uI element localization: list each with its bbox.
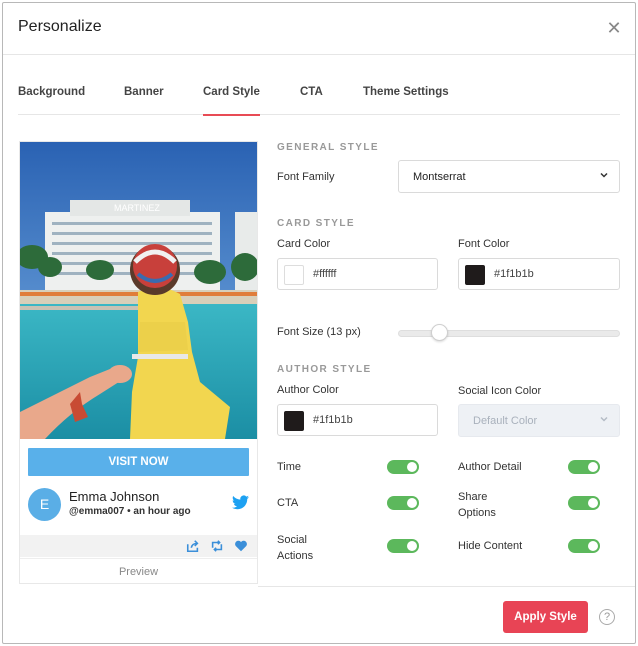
author-color-swatch[interactable] [284,411,304,431]
twitter-icon[interactable] [232,495,249,510]
font-color-label: Font Color [458,238,510,250]
hide-content-label: Hide Content [458,540,523,552]
author-color-input[interactable]: #1f1b1b [277,404,438,436]
tab-cta[interactable]: CTA [300,86,323,98]
social-actions-toggle[interactable] [387,539,419,553]
font-size-label: Font Size (13 px) [277,326,361,338]
card-color-label: Card Color [277,238,331,250]
time-toggle[interactable] [387,460,419,474]
tab-card-style[interactable]: Card Style [203,86,260,116]
share-icon[interactable] [186,539,200,553]
font-family-value: Montserrat [413,171,466,183]
apply-style-button[interactable]: Apply Style [503,601,588,633]
tab-theme-settings[interactable]: Theme Settings [363,86,449,98]
share-options-toggle[interactable] [568,496,600,510]
share-options-label: Share Options [458,491,496,519]
card-color-value: #ffffff [313,268,337,280]
tab-banner[interactable]: Banner [124,86,164,98]
author-detail-toggle[interactable] [568,460,600,474]
cta-toggle[interactable] [387,496,419,510]
heart-icon[interactable] [234,539,248,553]
social-icon-color-select: Default Color [458,404,620,437]
preview-label: Preview [20,558,257,584]
font-family-label: Font Family [277,171,335,183]
modal-header: Personalize ✕ [3,3,635,55]
author-name: Emma Johnson [69,489,160,504]
general-style-heading: GENERAL STYLE [277,142,379,153]
author-style-heading: AUTHOR STYLE [277,364,372,375]
chevron-down-icon [600,416,608,422]
personalize-modal: Personalize ✕ Background Banner Card Sty… [2,2,636,644]
font-color-value: #1f1b1b [494,268,534,280]
card-image: MARTINEZ [20,142,257,439]
font-color-swatch[interactable] [465,265,485,285]
tab-bar: Background Banner Card Style CTA Theme S… [18,55,620,116]
card-color-input[interactable]: #ffffff [277,258,438,290]
author-detail-label: Author Detail [458,461,522,473]
social-actions-bar [20,535,257,557]
font-size-slider-handle[interactable] [431,324,448,341]
font-color-input[interactable]: #1f1b1b [458,258,620,290]
card-style-heading: CARD STYLE [277,218,355,229]
social-icon-color-placeholder: Default Color [473,415,538,427]
social-icon-color-label: Social Icon Color [458,385,542,397]
author-color-value: #1f1b1b [313,414,353,426]
author-meta: @emma007 • an hour ago [69,506,191,517]
hide-content-toggle[interactable] [568,539,600,553]
time-label: Time [277,461,302,473]
hotel-sign-text: MARTINEZ [114,203,160,213]
chevron-down-icon [600,172,608,178]
card-color-swatch[interactable] [284,265,304,285]
author-color-label: Author Color [277,384,339,396]
font-family-select[interactable]: Montserrat [398,160,620,193]
avatar: E [28,488,61,521]
visit-now-button[interactable]: VISIT NOW [28,448,249,476]
modal-title: Personalize [18,18,102,35]
tab-background[interactable]: Background [18,86,85,98]
social-actions-label: Social Actions [277,534,314,562]
card-preview: MARTINEZ VISIT NOW E Emma Johnson @emma0… [19,141,258,584]
footer-divider [258,586,635,587]
retweet-icon[interactable] [210,539,224,553]
help-icon[interactable]: ? [599,609,615,625]
close-icon[interactable]: ✕ [606,19,622,37]
cta-label: CTA [277,497,299,509]
